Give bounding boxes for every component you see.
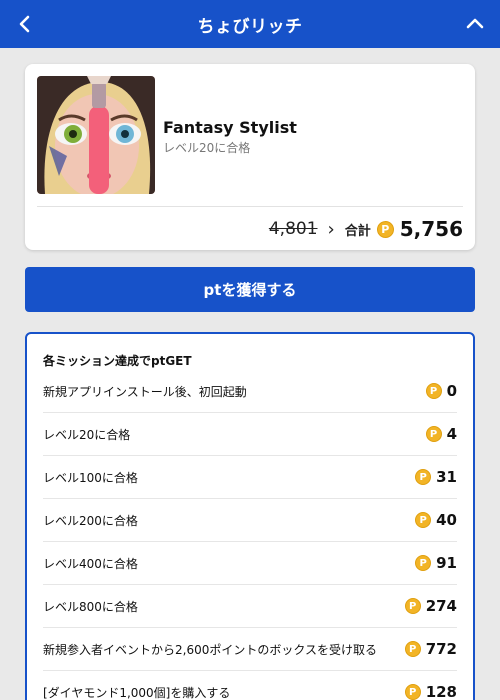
app-card: Fantasy Stylist レベル20に合格 4,801 › 合計 P 5,… <box>25 64 475 250</box>
coin-icon: P <box>425 426 442 442</box>
back-chevron-icon[interactable] <box>14 12 36 36</box>
mission-label: レベル800に合格 <box>43 599 138 614</box>
app-thumbnail-art <box>37 76 155 194</box>
mission-points-value: 31 <box>436 468 457 486</box>
mission-points-value: 274 <box>425 597 457 615</box>
points-summary: 4,801 › 合計 P 5,756 <box>269 214 463 244</box>
mission-label: 新規参入者イベントから2,600ポイントのボックスを受け取る <box>43 642 377 657</box>
mission-points: P 31 <box>415 468 457 486</box>
mission-row: 新規参入者イベントから2,600ポイントのボックスを受け取る P 772 <box>43 628 457 671</box>
arrow-right-icon: › <box>327 218 335 240</box>
mission-points: P 274 <box>404 597 457 615</box>
app-subtitle: レベル20に合格 <box>163 141 251 155</box>
total-label: 合計 <box>344 223 371 239</box>
mission-points: P4 <box>425 425 457 443</box>
collapse-chevron-icon[interactable] <box>464 12 486 36</box>
mission-row: レベル200に合格 P 40 <box>43 499 457 542</box>
mission-row: 新規アプリインストール後、初回起動 P0 <box>43 370 457 413</box>
mission-row: レベル20に合格 P4 <box>43 413 457 456</box>
mission-points: P 772 <box>404 640 457 658</box>
mission-row: レベル800に合格 P 274 <box>43 585 457 628</box>
mission-points-value: 128 <box>425 683 457 700</box>
coin-icon: P <box>376 220 394 238</box>
old-points: 4,801 <box>268 219 318 239</box>
mission-label: レベル400に合格 <box>43 556 138 571</box>
coin-icon: P <box>404 641 421 657</box>
missions-title: 各ミッション達成でptGET <box>43 354 192 368</box>
mission-label: レベル100に合格 <box>43 470 138 485</box>
mission-points: P0 <box>425 382 457 400</box>
coin-icon: P <box>425 383 442 399</box>
mission-points: P 40 <box>415 511 457 529</box>
missions-panel: 各ミッション達成でptGET 新規アプリインストール後、初回起動 P0 レベル2… <box>25 332 475 700</box>
mission-label: [ダイヤモンド1,000個]を購入する <box>43 685 231 700</box>
mission-points-value: 40 <box>436 511 457 529</box>
top-header: ちょびリッチ <box>0 0 500 48</box>
mission-label: レベル200に合格 <box>43 513 138 528</box>
coin-icon: P <box>404 598 421 614</box>
mission-points-value: 91 <box>436 554 457 572</box>
mission-points: P 128 <box>404 683 457 700</box>
get-points-button[interactable]: ptを獲得する <box>25 267 475 312</box>
mission-row: [ダイヤモンド1,000個]を購入する P 128 <box>43 671 457 700</box>
mission-row: レベル400に合格 P 91 <box>43 542 457 585</box>
card-divider <box>37 206 463 207</box>
mission-row: レベル100に合格 P 31 <box>43 456 457 499</box>
mission-points-value: 0 <box>446 382 457 400</box>
coin-icon: P <box>415 512 432 528</box>
page-title: ちょびリッチ <box>197 16 303 37</box>
app-thumbnail <box>37 76 155 194</box>
coin-icon: P <box>415 469 432 485</box>
mission-label: 新規アプリインストール後、初回起動 <box>43 384 247 399</box>
mission-points-value: 772 <box>425 640 457 658</box>
mission-label: レベル20に合格 <box>43 427 131 442</box>
coin-icon: P <box>415 555 432 571</box>
coin-icon: P <box>404 684 421 700</box>
app-name: Fantasy Stylist <box>163 118 297 137</box>
total-points: 5,756 <box>399 217 463 241</box>
mission-points-value: 4 <box>446 425 457 443</box>
mission-points: P 91 <box>415 554 457 572</box>
